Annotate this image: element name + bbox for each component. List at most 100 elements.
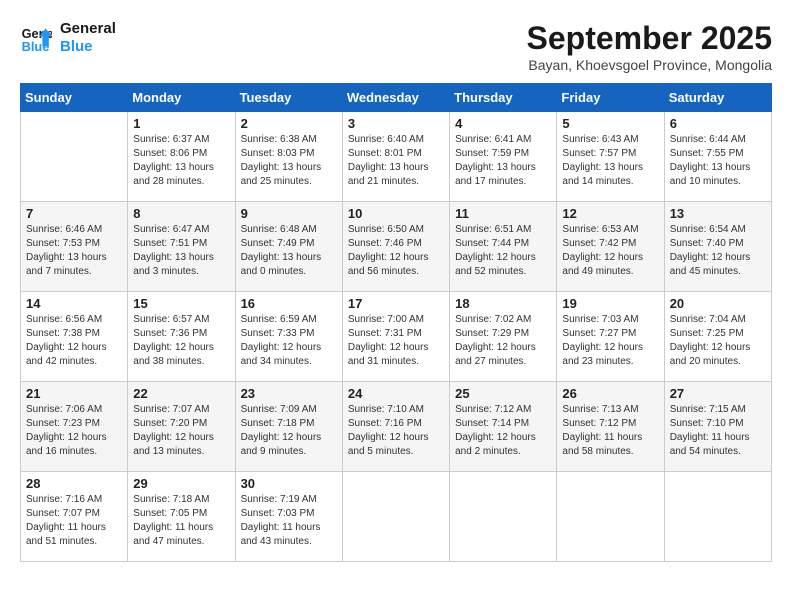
cell-content: Sunrise: 6:47 AM Sunset: 7:51 PM Dayligh… (133, 223, 229, 279)
location-subtitle: Bayan, Khoevsgoel Province, Mongolia (527, 57, 772, 73)
header-day-thursday: Thursday (450, 84, 557, 112)
cell-content: Sunrise: 6:54 AM Sunset: 7:40 PM Dayligh… (670, 223, 766, 279)
cell-content: Sunrise: 6:40 AM Sunset: 8:01 PM Dayligh… (348, 133, 444, 189)
calendar-cell (342, 472, 449, 562)
cell-content: Sunrise: 6:56 AM Sunset: 7:38 PM Dayligh… (26, 313, 122, 369)
day-number: 1 (133, 116, 229, 131)
day-number: 25 (455, 386, 551, 401)
cell-content: Sunrise: 6:46 AM Sunset: 7:53 PM Dayligh… (26, 223, 122, 279)
calendar-cell: 26Sunrise: 7:13 AM Sunset: 7:12 PM Dayli… (557, 382, 664, 472)
calendar-cell: 1Sunrise: 6:37 AM Sunset: 8:06 PM Daylig… (128, 112, 235, 202)
calendar-cell: 14 Sunrise: 6:56 AM Sunset: 7:38 PM Dayli… (21, 292, 128, 382)
header-day-tuesday: Tuesday (235, 84, 342, 112)
header-row: SundayMondayTuesdayWednesdayThursdayFrid… (21, 84, 772, 112)
day-number: 15 (133, 296, 229, 311)
calendar-cell: 27 Sunrise: 7:15 AM Sunset: 7:10 PM Dayli… (664, 382, 771, 472)
day-number: 19 (562, 296, 658, 311)
calendar-cell: 6Sunrise: 6:44 AM Sunset: 7:55 PM Daylig… (664, 112, 771, 202)
header-day-sunday: Sunday (21, 84, 128, 112)
calendar-cell (557, 472, 664, 562)
cell-content: Sunrise: 7:03 AM Sunset: 7:27 PM Dayligh… (562, 313, 658, 369)
cell-content: Sunrise: 7:10 AM Sunset: 7:16 PM Dayligh… (348, 403, 444, 459)
calendar-cell: 7 Sunrise: 6:46 AM Sunset: 7:53 PM Daylig… (21, 202, 128, 292)
logo: General Blue General Blue (20, 20, 116, 56)
day-number: 17 (348, 296, 444, 311)
calendar-cell: 2 Sunrise: 6:38 AM Sunset: 8:03 PM Daylig… (235, 112, 342, 202)
day-number: 27 (670, 386, 766, 401)
calendar-cell: 21 Sunrise: 7:06 AM Sunset: 7:23 PM Dayli… (21, 382, 128, 472)
calendar-cell: 22 Sunrise: 7:07 AM Sunset: 7:20 PM Dayli… (128, 382, 235, 472)
day-number: 29 (133, 476, 229, 491)
cell-content: Sunrise: 6:57 AM Sunset: 7:36 PM Dayligh… (133, 313, 229, 369)
calendar-cell (664, 472, 771, 562)
calendar-table: SundayMondayTuesdayWednesdayThursdayFrid… (20, 83, 772, 562)
day-number: 23 (241, 386, 337, 401)
day-number: 2 (241, 116, 337, 131)
calendar-cell: 3Sunrise: 6:40 AM Sunset: 8:01 PM Daylig… (342, 112, 449, 202)
cell-content: Sunrise: 6:51 AM Sunset: 7:44 PM Dayligh… (455, 223, 551, 279)
header-day-monday: Monday (128, 84, 235, 112)
cell-content: Sunrise: 7:13 AM Sunset: 7:12 PM Dayligh… (562, 403, 658, 459)
calendar-cell: 20 Sunrise: 7:04 AM Sunset: 7:25 PM Dayli… (664, 292, 771, 382)
cell-content: Sunrise: 7:12 AM Sunset: 7:14 PM Dayligh… (455, 403, 551, 459)
header-day-friday: Friday (557, 84, 664, 112)
day-number: 9 (241, 206, 337, 221)
day-number: 12 (562, 206, 658, 221)
calendar-cell: 11Sunrise: 6:51 AM Sunset: 7:44 PM Dayli… (450, 202, 557, 292)
cell-content: Sunrise: 6:59 AM Sunset: 7:33 PM Dayligh… (241, 313, 337, 369)
calendar-cell: 16Sunrise: 6:59 AM Sunset: 7:33 PM Dayli… (235, 292, 342, 382)
title-block: September 2025 Bayan, Khoevsgoel Provinc… (527, 20, 772, 73)
day-number: 21 (26, 386, 122, 401)
calendar-header: SundayMondayTuesdayWednesdayThursdayFrid… (21, 84, 772, 112)
cell-content: Sunrise: 6:38 AM Sunset: 8:03 PM Dayligh… (241, 133, 337, 189)
day-number: 13 (670, 206, 766, 221)
day-number: 7 (26, 206, 122, 221)
day-number: 4 (455, 116, 551, 131)
day-number: 5 (562, 116, 658, 131)
cell-content: Sunrise: 7:19 AM Sunset: 7:03 PM Dayligh… (241, 493, 337, 549)
day-number: 20 (670, 296, 766, 311)
cell-content: Sunrise: 6:43 AM Sunset: 7:57 PM Dayligh… (562, 133, 658, 189)
calendar-cell: 12 Sunrise: 6:53 AM Sunset: 7:42 PM Dayli… (557, 202, 664, 292)
calendar-cell: 23 Sunrise: 7:09 AM Sunset: 7:18 PM Dayli… (235, 382, 342, 472)
day-number: 8 (133, 206, 229, 221)
calendar-cell: 17 Sunrise: 7:00 AM Sunset: 7:31 PM Dayli… (342, 292, 449, 382)
calendar-cell: 4 Sunrise: 6:41 AM Sunset: 7:59 PM Daylig… (450, 112, 557, 202)
cell-content: Sunrise: 7:02 AM Sunset: 7:29 PM Dayligh… (455, 313, 551, 369)
header-day-saturday: Saturday (664, 84, 771, 112)
cell-content: Sunrise: 7:04 AM Sunset: 7:25 PM Dayligh… (670, 313, 766, 369)
calendar-cell: 15 Sunrise: 6:57 AM Sunset: 7:36 PM Dayli… (128, 292, 235, 382)
cell-content: Sunrise: 7:15 AM Sunset: 7:10 PM Dayligh… (670, 403, 766, 459)
logo-icon: General Blue (20, 22, 52, 54)
day-number: 22 (133, 386, 229, 401)
week-row-1: 1Sunrise: 6:37 AM Sunset: 8:06 PM Daylig… (21, 112, 772, 202)
day-number: 28 (26, 476, 122, 491)
calendar-cell: 29Sunrise: 7:18 AM Sunset: 7:05 PM Dayli… (128, 472, 235, 562)
calendar-cell: 25 Sunrise: 7:12 AM Sunset: 7:14 PM Dayli… (450, 382, 557, 472)
cell-content: Sunrise: 6:41 AM Sunset: 7:59 PM Dayligh… (455, 133, 551, 189)
calendar-cell (450, 472, 557, 562)
cell-content: Sunrise: 7:07 AM Sunset: 7:20 PM Dayligh… (133, 403, 229, 459)
cell-content: Sunrise: 7:06 AM Sunset: 7:23 PM Dayligh… (26, 403, 122, 459)
cell-content: Sunrise: 7:09 AM Sunset: 7:18 PM Dayligh… (241, 403, 337, 459)
cell-content: Sunrise: 6:44 AM Sunset: 7:55 PM Dayligh… (670, 133, 766, 189)
day-number: 14 (26, 296, 122, 311)
header-day-wednesday: Wednesday (342, 84, 449, 112)
cell-content: Sunrise: 6:53 AM Sunset: 7:42 PM Dayligh… (562, 223, 658, 279)
calendar-cell: 8 Sunrise: 6:47 AM Sunset: 7:51 PM Daylig… (128, 202, 235, 292)
week-row-3: 14 Sunrise: 6:56 AM Sunset: 7:38 PM Dayli… (21, 292, 772, 382)
cell-content: Sunrise: 6:48 AM Sunset: 7:49 PM Dayligh… (241, 223, 337, 279)
calendar-cell: 30Sunrise: 7:19 AM Sunset: 7:03 PM Dayli… (235, 472, 342, 562)
day-number: 10 (348, 206, 444, 221)
day-number: 18 (455, 296, 551, 311)
calendar-cell: 10Sunrise: 6:50 AM Sunset: 7:46 PM Dayli… (342, 202, 449, 292)
cell-content: Sunrise: 7:16 AM Sunset: 7:07 PM Dayligh… (26, 493, 122, 549)
cell-content: Sunrise: 7:00 AM Sunset: 7:31 PM Dayligh… (348, 313, 444, 369)
week-row-4: 21 Sunrise: 7:06 AM Sunset: 7:23 PM Dayli… (21, 382, 772, 472)
logo-text: General Blue (60, 20, 116, 56)
week-row-5: 28 Sunrise: 7:16 AM Sunset: 7:07 PM Dayli… (21, 472, 772, 562)
page-header: General Blue General Blue September 2025… (20, 20, 772, 73)
calendar-cell: 5 Sunrise: 6:43 AM Sunset: 7:57 PM Daylig… (557, 112, 664, 202)
day-number: 24 (348, 386, 444, 401)
calendar-cell: 28 Sunrise: 7:16 AM Sunset: 7:07 PM Dayli… (21, 472, 128, 562)
